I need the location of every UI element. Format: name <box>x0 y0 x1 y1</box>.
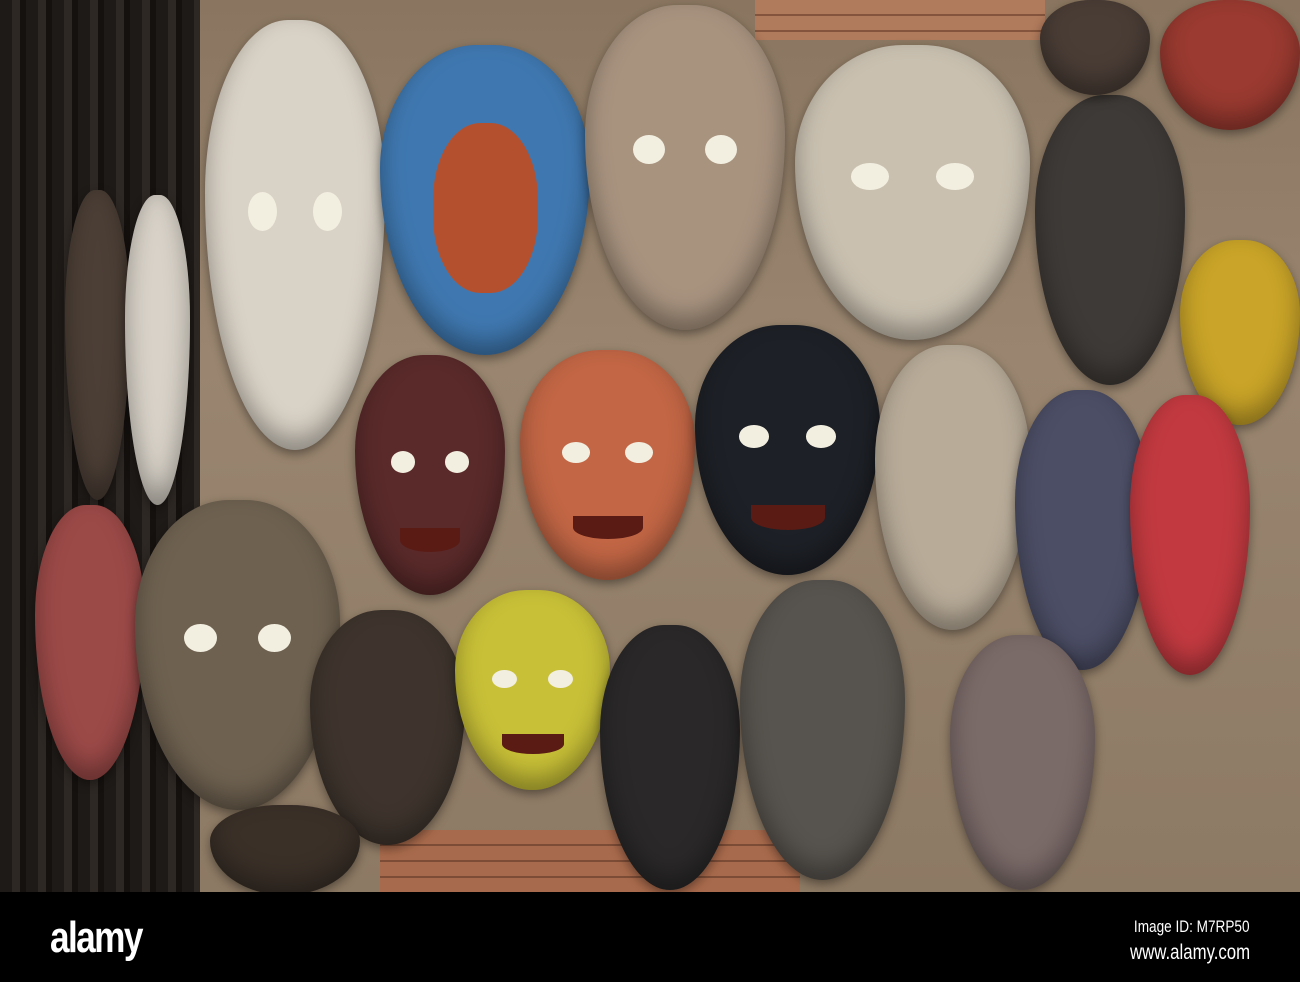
mask-dark-bottom-left <box>210 805 360 892</box>
mask-white-ganesha <box>205 20 385 450</box>
mask-orange-bhairav <box>520 350 695 580</box>
mask-red-ganesha-small <box>1130 395 1250 675</box>
mask-dark-face-top <box>1040 0 1150 95</box>
mask-ganesha-painted <box>585 5 785 330</box>
mask-dark-red-bhairav <box>355 355 505 595</box>
brick-wall-top <box>755 0 1045 40</box>
mask-black-bhairav <box>695 325 880 575</box>
site-url-text: www.alamy.com <box>1129 941 1250 964</box>
mask-ganesha-crown <box>795 45 1030 340</box>
mask-red-top-right <box>1160 0 1300 130</box>
photo-masks-wall <box>0 0 1300 892</box>
mask-red-goddess <box>380 45 590 355</box>
mask-beaded-figure <box>950 635 1095 890</box>
mask-dark-face <box>310 610 465 845</box>
mask-yellow-bhairav <box>455 590 610 790</box>
image-id-text: Image ID: M7RP50 <box>1134 917 1250 936</box>
mask-buddha-stone <box>875 345 1030 630</box>
watermark-footer <box>0 892 1300 982</box>
brick-wall <box>380 830 800 892</box>
alamy-logo: alamy <box>50 913 143 962</box>
mask-dark-buddha-top <box>1035 95 1185 385</box>
